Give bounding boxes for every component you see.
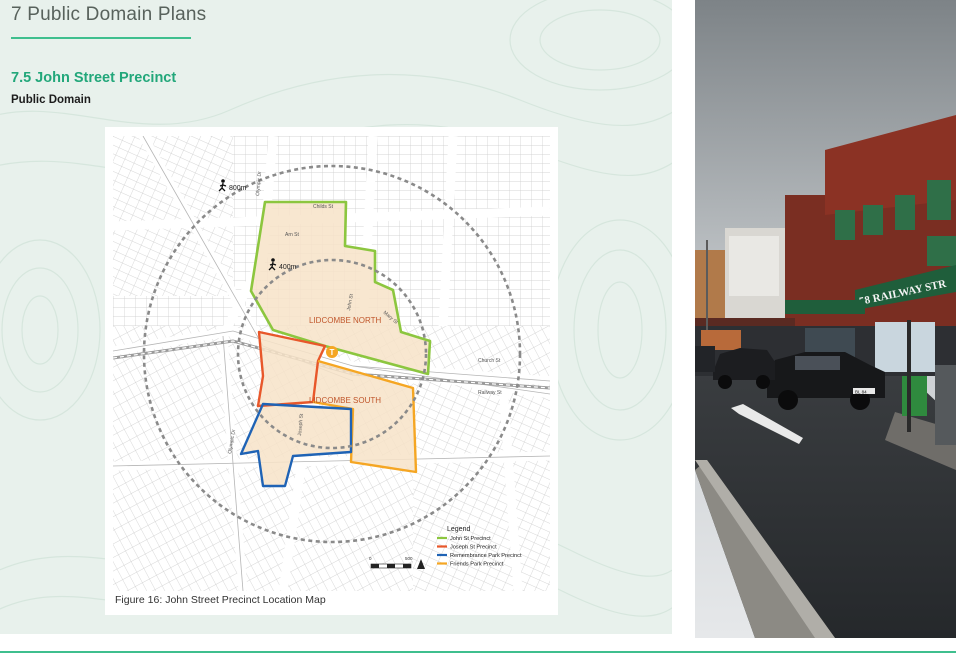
svg-text:T: T	[330, 348, 335, 357]
street-photo: 58 RAILWAY STR BL 84	[695, 0, 956, 638]
car-plate: BL 84	[855, 390, 867, 395]
page-panel: 7 Public Domain Plans 7.5 John Street Pr…	[0, 0, 672, 634]
section-title: 7.5 John Street Precinct	[11, 70, 177, 86]
chapter-title: 7 Public Domain Plans	[11, 4, 207, 25]
map-figure: 800m 400m T LIDCOMBE NORTH LIDCOMBE SOUT…	[105, 127, 558, 615]
radius-800m-label: 800m	[229, 185, 247, 192]
chapter-underline	[11, 37, 191, 39]
legend-title: Legend	[447, 526, 470, 533]
map-lots-west	[113, 136, 233, 296]
footer-rule	[0, 651, 956, 653]
area-label-north: LIDCOMBE NORTH	[309, 316, 382, 325]
svg-text:500: 500	[405, 556, 413, 561]
legend-item-label-3: Friends Park Precinct	[450, 562, 504, 568]
legend-item-label-0: John St Precinct	[450, 536, 491, 542]
street-label-church: Church St	[478, 358, 501, 364]
figure-caption: Figure 16: John Street Precinct Location…	[115, 594, 326, 606]
street-label-arn: Arn St	[285, 232, 300, 238]
legend-item-label-1: Joseph St Precinct	[450, 545, 497, 551]
wheelie-bin	[902, 376, 927, 416]
legend-item-label-2: Remembrance Park Precinct	[450, 553, 522, 559]
area-label-south: LIDCOMBE SOUTH	[309, 396, 381, 405]
radius-400m-label: 400m	[279, 264, 297, 271]
street-post	[907, 320, 911, 432]
section-subtitle: Public Domain	[11, 94, 91, 106]
street-label-childs: Childs St	[313, 204, 334, 210]
street-label-railway: Railway St	[478, 390, 502, 396]
location-map: 800m 400m T LIDCOMBE NORTH LIDCOMBE SOUT…	[113, 136, 550, 591]
